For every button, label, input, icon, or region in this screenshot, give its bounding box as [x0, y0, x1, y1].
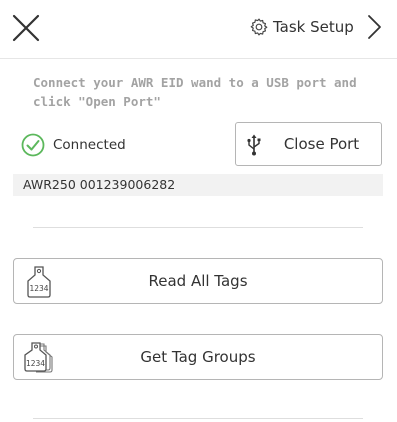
check-circle-icon	[21, 133, 45, 157]
close-button[interactable]	[10, 12, 42, 44]
close-port-button[interactable]: Close Port	[235, 122, 382, 166]
section-divider	[33, 227, 363, 228]
connection-status: Connected	[21, 132, 126, 158]
get-tag-groups-label: Get Tag Groups	[140, 348, 256, 366]
connect-instructions: Connect your AWR EID wand to a USB port …	[33, 75, 357, 109]
task-setup-label: Task Setup	[273, 18, 354, 36]
get-tag-groups-button[interactable]: 1234 Get Tag Groups	[13, 334, 383, 380]
port-button-label: Close Port	[283, 135, 360, 153]
read-all-tags-button[interactable]: 1234 Read All Tags	[13, 258, 383, 304]
task-setup-button[interactable]: Task Setup	[249, 14, 382, 40]
usb-icon	[247, 134, 261, 156]
read-all-tags-label: Read All Tags	[148, 272, 248, 290]
gear-icon	[250, 18, 268, 36]
close-icon	[12, 14, 40, 42]
section-divider-bottom	[33, 418, 363, 419]
status-text: Connected	[53, 137, 126, 153]
device-info: AWR250 001239006282	[13, 174, 383, 196]
chevron-right-icon	[367, 15, 381, 39]
header-divider	[0, 58, 397, 59]
